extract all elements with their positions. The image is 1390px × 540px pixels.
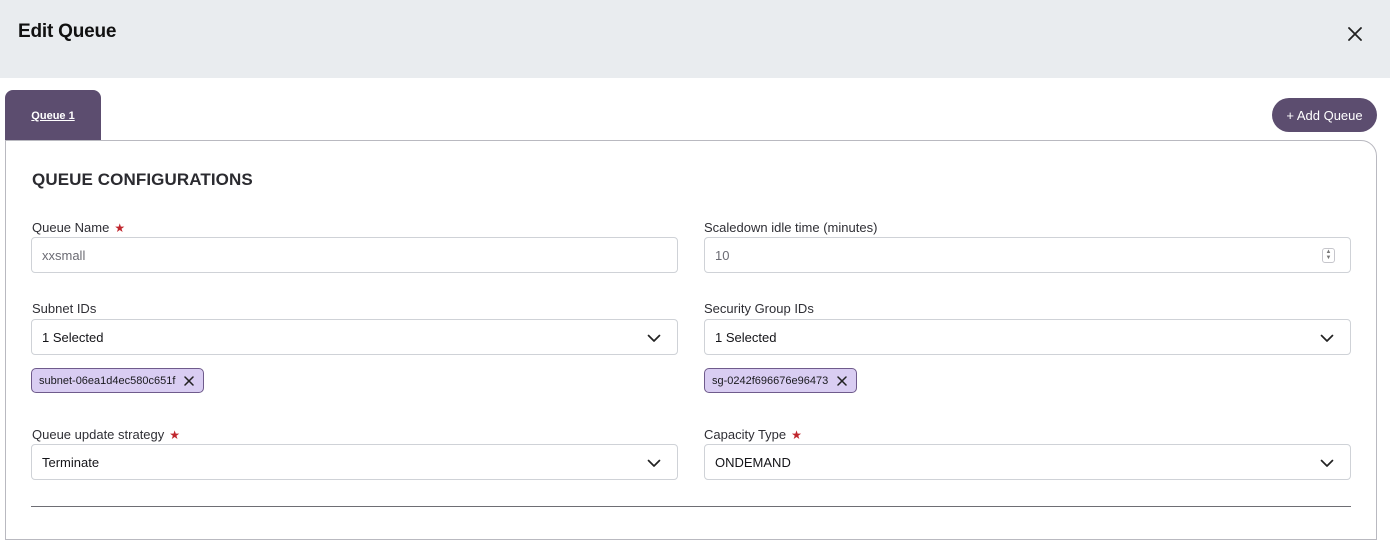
queue-name-label: Queue Name ★ xyxy=(32,220,125,235)
chevron-down-icon xyxy=(1320,334,1334,342)
section-divider xyxy=(31,506,1351,507)
security-group-ids-label: Security Group IDs xyxy=(704,301,814,316)
scaledown-idle-time-label-text: Scaledown idle time (minutes) xyxy=(704,220,878,235)
security-group-ids-label-text: Security Group IDs xyxy=(704,301,814,316)
close-icon xyxy=(184,375,195,386)
security-group-chip-label: sg-0242f696676e96473 xyxy=(712,374,829,387)
tab-queue-1[interactable]: Queue 1 xyxy=(5,90,101,141)
chevron-down-icon xyxy=(647,459,661,467)
queue-name-value: xxsmall xyxy=(42,247,86,263)
tab-label: Queue 1 xyxy=(31,109,75,122)
close-icon xyxy=(837,375,847,386)
required-asterisk: ★ xyxy=(169,427,181,442)
close-button[interactable] xyxy=(1343,22,1367,46)
subnet-ids-label: Subnet IDs xyxy=(32,301,96,316)
queue-update-strategy-value: Terminate xyxy=(42,454,100,470)
required-asterisk: ★ xyxy=(791,427,802,442)
stepper-down-icon[interactable]: ▼ xyxy=(1326,255,1332,261)
subnet-ids-select[interactable]: 1 Selected xyxy=(31,319,678,355)
scaledown-idle-time-label: Scaledown idle time (minutes) xyxy=(704,220,877,235)
subnet-chip-label: subnet-06ea1d4ec580c651f xyxy=(39,374,176,387)
subnet-ids-label-text: Subnet IDs xyxy=(32,301,97,316)
scaledown-idle-time-input[interactable]: 10 ▲ ▼ xyxy=(704,237,1351,273)
modal-header: Edit Queue xyxy=(0,0,1390,78)
chevron-down-icon xyxy=(647,334,661,342)
queue-update-strategy-select[interactable]: Terminate xyxy=(31,444,678,480)
section-title: QUEUE CONFIGURATIONS xyxy=(32,170,253,189)
scaledown-idle-time-value: 10 xyxy=(715,247,730,263)
security-group-ids-select[interactable]: 1 Selected xyxy=(704,319,1351,355)
capacity-type-select[interactable]: ONDEMAND xyxy=(704,444,1351,480)
add-queue-button[interactable]: + Add Queue xyxy=(1272,98,1377,132)
queue-name-label-text: Queue Name xyxy=(32,220,110,235)
close-icon xyxy=(1348,27,1362,41)
capacity-type-value: ONDEMAND xyxy=(715,454,791,470)
chevron-down-icon xyxy=(1320,459,1334,467)
number-stepper[interactable]: ▲ ▼ xyxy=(1322,248,1335,263)
security-group-chip: sg-0242f696676e96473 xyxy=(704,368,858,393)
queue-name-input[interactable]: xxsmall xyxy=(31,237,678,273)
security-group-ids-value: 1 Selected xyxy=(715,329,777,345)
capacity-type-label-text: Capacity Type xyxy=(704,427,787,442)
modal-title: Edit Queue xyxy=(18,21,117,42)
required-asterisk: ★ xyxy=(114,220,126,235)
subnet-ids-value: 1 Selected xyxy=(42,329,104,345)
queue-update-strategy-label-text: Queue update strategy xyxy=(32,427,165,442)
capacity-type-label: Capacity Type ★ xyxy=(704,427,802,442)
remove-chip-button[interactable] xyxy=(836,375,848,387)
remove-chip-button[interactable] xyxy=(183,375,195,387)
queue-update-strategy-label: Queue update strategy ★ xyxy=(32,427,180,442)
subnet-chip: subnet-06ea1d4ec580c651f xyxy=(31,368,205,393)
